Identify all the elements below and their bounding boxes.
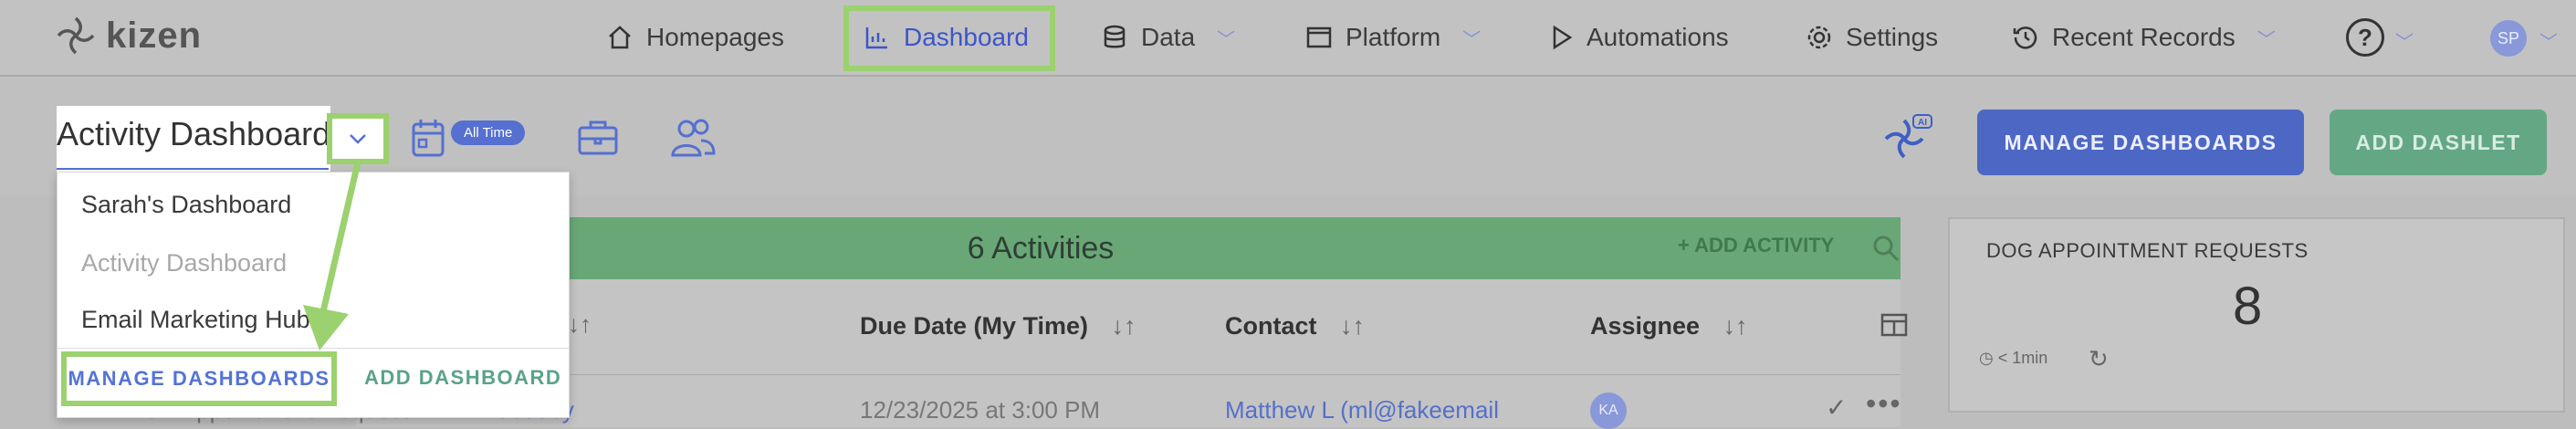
refresh-timer: ◷ < 1min <box>1979 349 2047 368</box>
activity-contact-link[interactable]: Matthew L (ml@fakeemail <box>1225 396 1499 424</box>
help-icon[interactable]: ? <box>2346 18 2384 57</box>
checkmark-icon[interactable]: ✓ <box>1826 392 1847 423</box>
dropdown-option-email-marketing-hub[interactable]: Email Marketing Hub <box>81 306 310 334</box>
nav-settings-label: Settings <box>1846 23 1939 51</box>
column-header-label: Contact <box>1225 312 1317 340</box>
activity-due-date: 12/23/2025 at 3:00 PM <box>860 396 1101 424</box>
ai-assistant-icon[interactable]: AI <box>1879 113 1933 173</box>
nav-platform-label: Platform <box>1346 23 1441 51</box>
sort-icon[interactable]: ↓↑ <box>568 310 592 339</box>
column-header-assignee[interactable]: Assignee ↓↑ <box>1590 312 1748 340</box>
svg-text:AI: AI <box>1918 118 1927 128</box>
sort-icon[interactable]: ↓↑ <box>1112 312 1136 340</box>
more-options-icon[interactable]: ••• <box>1866 387 1902 421</box>
manage-dashboards-button[interactable]: MANAGE DASHBOARDS <box>1977 110 2304 175</box>
dashboard-select-toggle[interactable] <box>327 113 389 164</box>
refresh-icon[interactable]: ↻ <box>2089 345 2109 373</box>
chevron-down-icon: ﹀ <box>1462 29 1482 50</box>
nav-data-label: Data <box>1141 23 1196 51</box>
users-icon[interactable] <box>668 117 717 163</box>
column-header-label: Due Date (My Time) <box>860 312 1089 340</box>
nav-dashboard[interactable]: Dashboard <box>864 0 1029 75</box>
avatar[interactable]: SP <box>2490 20 2527 57</box>
nav-homepages[interactable]: Homepages <box>606 0 784 75</box>
search-icon[interactable] <box>1871 234 1901 267</box>
column-header-contact[interactable]: Contact ↓↑ <box>1225 312 1365 340</box>
activities-panel-header: 6 Activities + ADD ACTIVITY <box>356 217 1901 279</box>
chevron-down-icon[interactable]: ﹀ <box>2539 27 2558 54</box>
sort-icon[interactable]: ↓↑ <box>1723 312 1748 340</box>
sort-icon[interactable]: ↓↑ <box>1340 312 1365 340</box>
dropdown-add-dashboard-link[interactable]: ADD DASHBOARD <box>364 366 561 390</box>
dropdown-option-activity-dashboard[interactable]: Activity Dashboard <box>81 249 287 277</box>
refresh-timer-label: < 1min <box>1997 349 2048 367</box>
columns-icon[interactable] <box>1880 312 1908 342</box>
home-icon <box>609 26 631 49</box>
kizen-logo-icon <box>57 16 95 55</box>
chevron-down-icon: ﹀ <box>2257 29 2276 50</box>
dashlet-title: DOG APPOINTMENT REQUESTS <box>1986 239 2309 262</box>
column-header-due-date[interactable]: Due Date (My Time) ↓↑ <box>860 312 1136 340</box>
dropdown-manage-dashboards-link[interactable]: MANAGE DASHBOARDS <box>61 351 337 406</box>
nav-dashboard-label: Dashboard <box>904 23 1029 51</box>
history-icon <box>2013 26 2037 49</box>
dashboard-select-underline <box>57 168 329 170</box>
play-icon <box>1553 25 1573 50</box>
nav-settings[interactable]: Settings <box>1806 0 1938 75</box>
dashboard-select-value[interactable]: Activity Dashboard <box>57 115 330 153</box>
divider <box>356 374 1901 375</box>
dashlet-card: DOG APPOINTMENT REQUESTS 8 ◷ < 1min ↻ <box>1948 217 2565 413</box>
brand-logo[interactable]: kizen <box>55 15 202 57</box>
chevron-down-icon[interactable]: ﹀ <box>2395 27 2414 54</box>
bar-chart-icon <box>865 27 887 49</box>
date-range-badge[interactable]: All Time <box>451 120 526 145</box>
dashlet-count: 8 <box>2233 277 2263 336</box>
window-icon <box>1306 26 1332 48</box>
chevron-down-icon <box>350 134 366 144</box>
add-dashlet-button[interactable]: ADD DASHLET <box>2330 110 2547 175</box>
annotation-arrow-icon <box>303 162 361 351</box>
briefcase-icon[interactable] <box>577 119 619 162</box>
nav-automations-label: Automations <box>1586 23 1729 51</box>
gear-icon <box>1807 26 1831 49</box>
calendar-icon[interactable] <box>411 117 445 163</box>
nav-data[interactable]: Data ﹀ <box>1101 0 1235 75</box>
add-activity-link[interactable]: + ADD ACTIVITY <box>1678 234 1834 257</box>
assignee-avatar[interactable]: KA <box>1590 392 1627 429</box>
nav-recent-records[interactable]: Recent Records ﹀ <box>2012 0 2276 75</box>
chevron-down-icon: ﹀ <box>1217 29 1236 50</box>
nav-platform[interactable]: Platform ﹀ <box>1305 0 1481 75</box>
clock-icon: ◷ <box>1979 349 1998 367</box>
nav-recent-records-label: Recent Records <box>2052 23 2236 51</box>
brand-name: kizen <box>106 15 203 56</box>
database-icon <box>1104 25 1126 48</box>
dropdown-option-sarahs-dashboard[interactable]: Sarah's Dashboard <box>81 191 291 219</box>
nav-automations[interactable]: Automations <box>1550 0 1729 75</box>
nav-homepages-label: Homepages <box>646 23 784 51</box>
column-header-label: Assignee <box>1590 312 1701 340</box>
